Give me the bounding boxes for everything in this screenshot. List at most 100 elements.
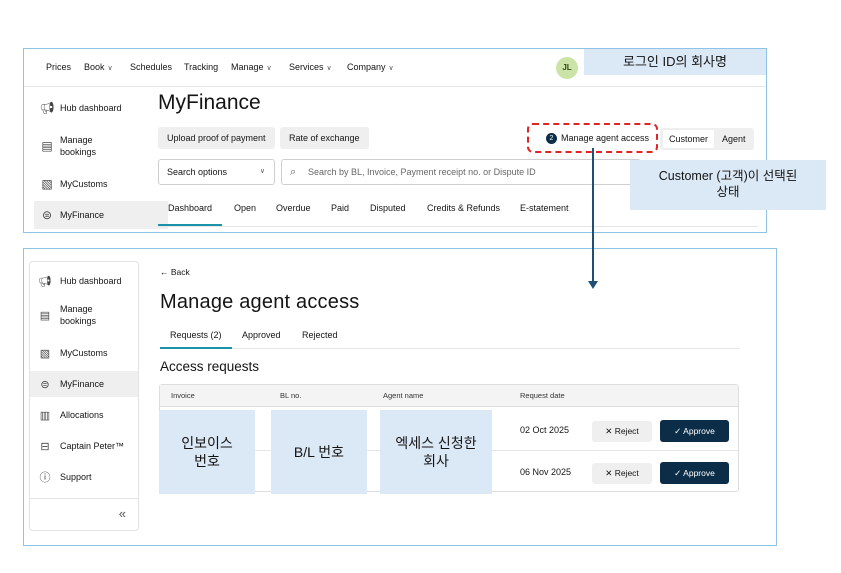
nav-tracking[interactable]: Tracking <box>184 62 218 72</box>
close-icon: ✕ <box>605 426 615 436</box>
sidebar-item-label: Manage bookings <box>60 304 97 326</box>
nav-services[interactable]: Services ∨ <box>289 62 332 72</box>
collapse-sidebar-button[interactable]: « <box>30 498 138 530</box>
annotation-line: 회사 <box>423 453 449 469</box>
clipboard-icon: ▤ <box>41 139 53 153</box>
search-options-value: Search options <box>167 167 228 177</box>
tab-requests[interactable]: Requests (2) <box>160 330 232 349</box>
close-icon: ✕ <box>605 468 615 478</box>
search-options-select[interactable]: Search options ∨ <box>158 159 275 185</box>
sidebar-item-mycustoms[interactable]: ▧ MyCustoms <box>34 171 168 197</box>
sidebar-item-label: Support <box>60 472 92 482</box>
search-input[interactable]: ⌕ Search by BL, Invoice, Payment receipt… <box>281 159 641 185</box>
chevron-down-icon: ∨ <box>326 65 332 72</box>
sidebar-item-label: MyFinance <box>60 379 105 389</box>
customs-doc-icon: ▧ <box>41 177 53 191</box>
tab-open[interactable]: Open <box>234 197 256 226</box>
toggle-customer[interactable]: Customer <box>663 130 715 148</box>
approve-button[interactable]: ✓ Approve <box>660 420 729 442</box>
sidebar-item-label: Manage bookings <box>60 135 97 157</box>
section-title: Access requests <box>160 359 260 374</box>
request-date: 06 Nov 2025 <box>520 467 572 477</box>
sidebar-item-label: Captain Peter™ <box>60 441 125 451</box>
arrow-down-icon <box>588 281 598 289</box>
sidebar-item-mycustoms[interactable]: ▧ MyCustoms <box>30 340 138 366</box>
table-header: Invoice BL no. Agent name Request date <box>160 385 738 407</box>
sidebar-item-myfinance[interactable]: ⊜ MyFinance <box>30 371 138 397</box>
customer-agent-toggle: Customer Agent <box>660 128 754 150</box>
nav-schedules-label: Schedules <box>130 62 173 72</box>
tab-paid[interactable]: Paid <box>331 197 349 226</box>
annotation-line: 엑세스 신청한 <box>395 435 477 451</box>
annotation-customer-selected: Customer (고객)이 선택된 상태 <box>630 160 826 210</box>
sidebar-item-manage-bookings[interactable]: ▤ Manage bookings <box>34 129 168 163</box>
check-icon: ✓ <box>674 426 684 436</box>
annotation-line: Customer (고객)이 선택된 <box>658 169 798 183</box>
sidebar-item-label: Hub dashboard <box>60 276 122 286</box>
clipboard-icon: ▤ <box>39 309 51 322</box>
sidebar-item-label: MyFinance <box>60 210 105 220</box>
reject-label: Reject <box>614 468 639 478</box>
chevron-down-icon: ∨ <box>107 65 113 72</box>
nav-prices[interactable]: Prices <box>46 62 71 72</box>
column-header-invoice: Invoice <box>171 391 195 400</box>
info-icon: ⓘ <box>39 472 51 484</box>
user-avatar[interactable]: JL <box>556 57 578 79</box>
double-chevron-left-icon: « <box>118 506 126 521</box>
sidebar-item-label: Allocations <box>60 410 104 420</box>
annotation-agent-mask: 엑세스 신청한 회사 <box>380 410 492 494</box>
nav-book[interactable]: Book ∨ <box>84 62 113 72</box>
approve-button[interactable]: ✓ Approve <box>660 462 729 484</box>
sidebar: 📢︎ Hub dashboard ▤ Manage bookings ▧ MyC… <box>34 91 168 231</box>
connector-line <box>592 148 594 283</box>
bar-chart-icon: ▥ <box>39 409 51 422</box>
megaphone-icon: 📢︎ <box>38 275 52 288</box>
sidebar-item-myfinance[interactable]: ⊜ MyFinance <box>34 201 168 229</box>
tab-dashboard[interactable]: Dashboard <box>158 197 223 226</box>
sidebar-item-hub-dashboard[interactable]: 📢︎ Hub dashboard <box>30 268 138 294</box>
tab-disputed[interactable]: Disputed <box>370 197 406 226</box>
sidebar-item-label: MyCustoms <box>60 179 108 189</box>
reject-button[interactable]: ✕ Reject <box>592 421 652 442</box>
chevron-down-icon: ∨ <box>388 65 394 72</box>
sidebar-item-support[interactable]: ⓘ Support <box>30 464 138 490</box>
annotation-company-name: 로그인 ID의 회사명 <box>584 49 766 75</box>
reject-button[interactable]: ✕ Reject <box>592 463 652 484</box>
sidebar-item-manage-bookings[interactable]: ▤ Manage bookings <box>30 298 138 332</box>
column-header-request-date: Request date <box>520 391 565 400</box>
nav-manage[interactable]: Manage ∨ <box>231 62 272 72</box>
page-title: MyFinance <box>158 91 261 114</box>
nav-book-label: Book <box>84 62 105 72</box>
column-header-agent-name: Agent name <box>383 391 424 400</box>
nav-company[interactable]: Company ∨ <box>347 62 394 72</box>
annotation-bl-mask: B/L 번호 <box>271 410 367 494</box>
tab-rejected[interactable]: Rejected <box>302 330 338 349</box>
annotation-line: 번호 <box>194 453 220 469</box>
sidebar-item-hub-dashboard[interactable]: 📢︎ Hub dashboard <box>34 95 168 121</box>
column-header-bl-no: BL no. <box>280 391 302 400</box>
toggle-agent[interactable]: Agent <box>716 130 752 148</box>
dollar-circle-icon: ⊜ <box>41 208 53 222</box>
tab-approved[interactable]: Approved <box>242 330 281 349</box>
sidebar-item-captain-peter[interactable]: ⊟ Captain Peter™ <box>30 433 138 459</box>
annotation-invoice-mask: 인보이스 번호 <box>159 410 255 494</box>
reject-label: Reject <box>614 426 639 436</box>
back-link[interactable]: ← Back <box>160 267 190 277</box>
tab-e-statement[interactable]: E-statement <box>520 197 569 226</box>
megaphone-icon: 📢︎ <box>39 101 55 115</box>
nav-company-label: Company <box>347 62 386 72</box>
nav-schedules[interactable]: Schedules <box>130 62 172 72</box>
rate-of-exchange-button[interactable]: Rate of exchange <box>280 127 369 149</box>
upload-proof-button[interactable]: Upload proof of payment <box>158 127 275 149</box>
request-date: 02 Oct 2025 <box>520 425 570 435</box>
nav-manage-label: Manage <box>231 62 264 72</box>
sidebar-item-label: MyCustoms <box>60 348 108 358</box>
nav-prices-label: Prices <box>46 62 72 72</box>
sidebar-item-label: Hub dashboard <box>60 103 122 113</box>
dollar-circle-icon: ⊜ <box>40 378 50 391</box>
tab-overdue[interactable]: Overdue <box>276 197 311 226</box>
sidebar-item-allocations[interactable]: ▥ Allocations <box>30 402 138 428</box>
approve-label: Approve <box>683 426 715 436</box>
access-tabs: Requests (2) Approved Rejected <box>160 327 740 349</box>
tab-credits-refunds[interactable]: Credits & Refunds <box>427 197 500 226</box>
